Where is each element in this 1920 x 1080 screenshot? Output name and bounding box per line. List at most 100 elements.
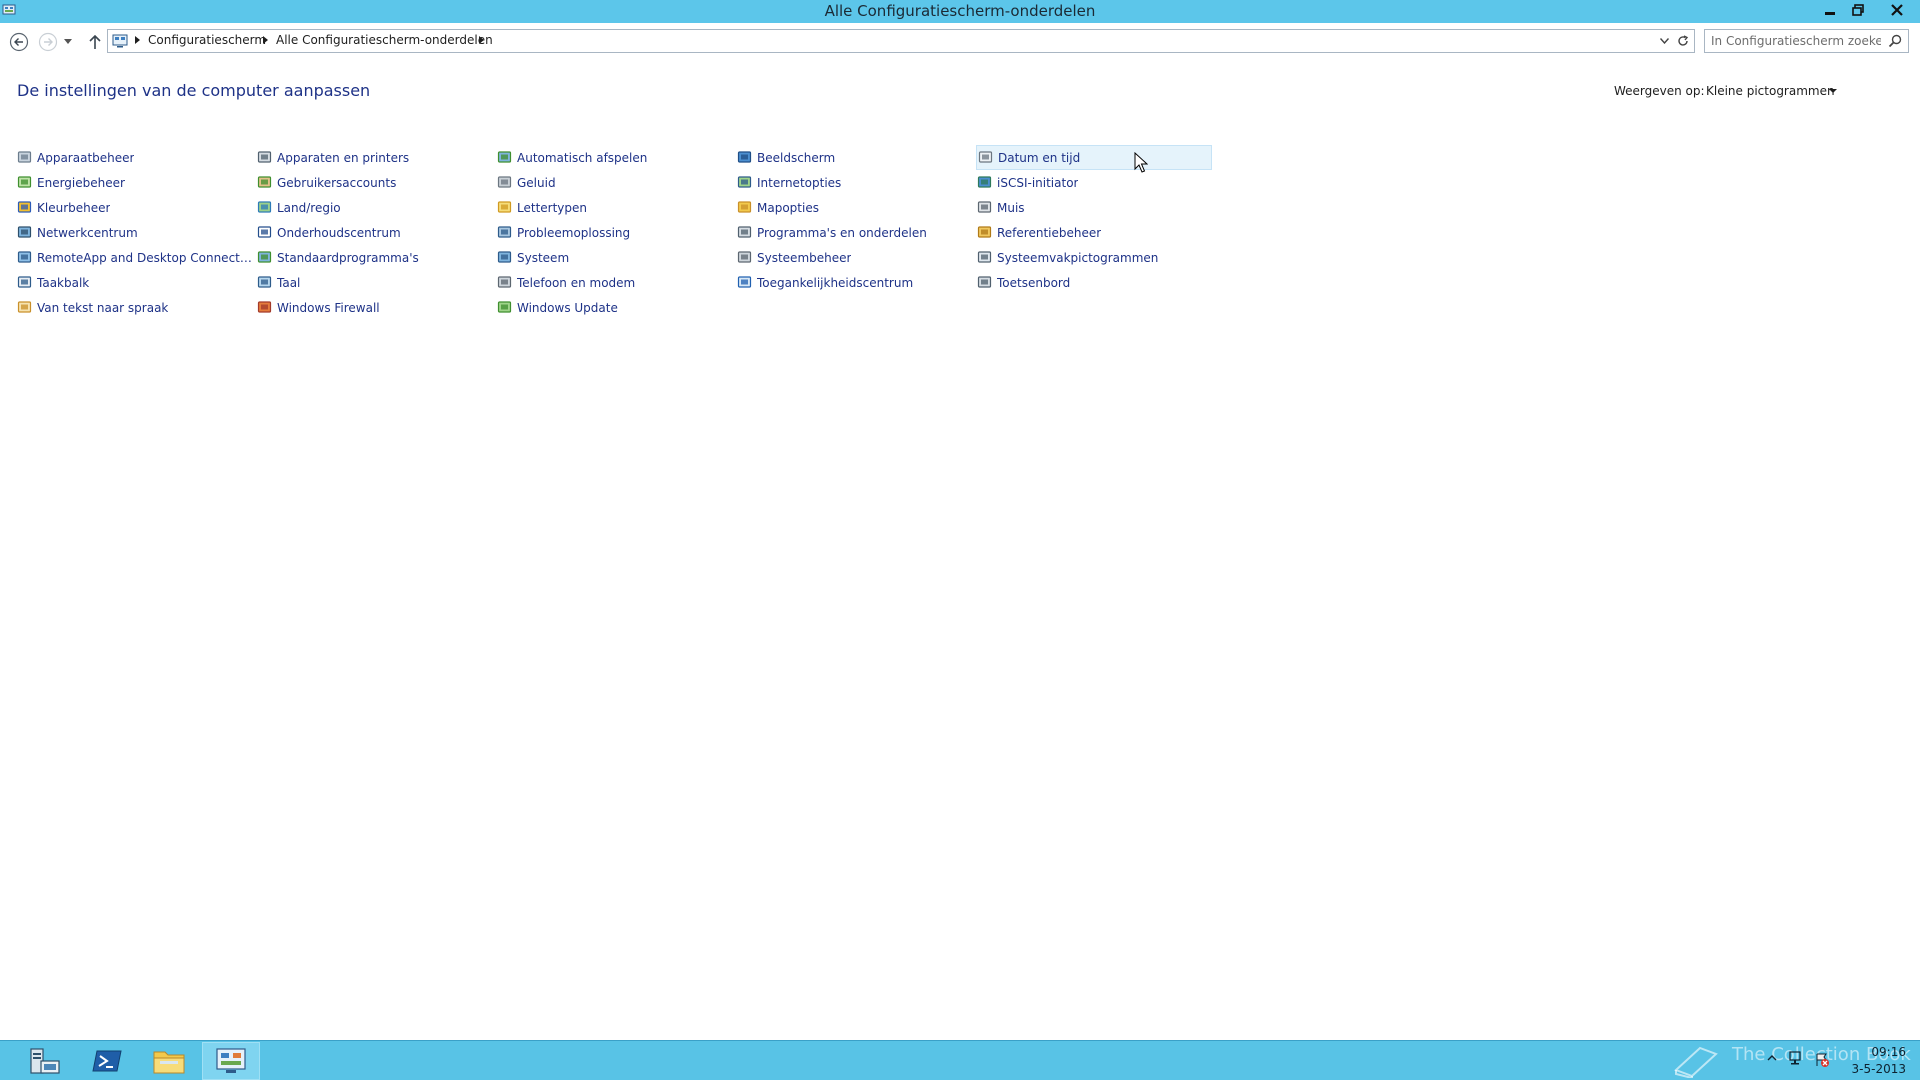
- control-panel-window: Alle Configuratiescherm-onderdelen Confi…: [0, 0, 1920, 1080]
- cp-item-region[interactable]: Land/regio: [256, 195, 492, 220]
- back-button[interactable]: [8, 31, 30, 53]
- cp-item-label: Energiebeheer: [37, 175, 125, 190]
- taskbar-server-manager[interactable]: [16, 1042, 74, 1080]
- cp-item-troubleshooting[interactable]: Probleemoplossing: [496, 220, 732, 245]
- action-center-alert-icon[interactable]: [1814, 1052, 1830, 1068]
- minimize-icon: [1825, 12, 1835, 15]
- fonts-icon: [496, 200, 512, 216]
- cp-item-label: Muis: [997, 200, 1025, 215]
- network-icon[interactable]: [1788, 1050, 1806, 1066]
- cp-item-action-center-flag[interactable]: Onderhoudscentrum: [256, 220, 492, 245]
- search-input[interactable]: [1711, 32, 1881, 50]
- color-management-icon: [16, 200, 32, 216]
- clock-time[interactable]: 09:16: [1856, 1045, 1906, 1059]
- language-icon: [256, 275, 272, 291]
- restore-button[interactable]: [1845, 0, 1871, 20]
- cp-item-network-center[interactable]: Netwerkcentrum: [16, 220, 252, 245]
- view-by-dropdown[interactable]: Kleine pictogrammen: [1706, 84, 1835, 98]
- programs-features-icon: [736, 225, 752, 241]
- chevron-down-icon: [64, 39, 72, 44]
- cp-item-label: Referentiebeheer: [997, 225, 1102, 240]
- breadcrumb-separator-icon[interactable]: [135, 36, 140, 44]
- cp-item-label: Standaardprogramma's: [277, 250, 419, 265]
- show-hidden-icons-icon[interactable]: [1767, 1054, 1777, 1062]
- breadcrumb-separator-icon[interactable]: [479, 36, 484, 44]
- title-bar[interactable]: Alle Configuratiescherm-onderdelen: [0, 0, 1920, 23]
- region-icon: [256, 200, 272, 216]
- window-title: Alle Configuratiescherm-onderdelen: [824, 2, 1096, 20]
- cp-item-keyboard[interactable]: Toetsenbord: [976, 270, 1212, 295]
- notification-area-icon: [976, 250, 992, 266]
- search-icon[interactable]: [1888, 34, 1902, 48]
- cp-item-internet-options[interactable]: Internetopties: [736, 170, 972, 195]
- cp-item-phone-modem[interactable]: Telefoon en modem: [496, 270, 732, 295]
- close-icon: [1891, 4, 1903, 16]
- folder-options-icon: [736, 200, 752, 216]
- cp-item-windows-update[interactable]: Windows Update: [496, 295, 732, 320]
- mouse-icon: [976, 200, 992, 216]
- cp-item-user-accounts[interactable]: Gebruikersaccounts: [256, 170, 492, 195]
- cp-item-label: Netwerkcentrum: [37, 225, 138, 240]
- cp-item-notification-area[interactable]: Systeemvakpictogrammen: [976, 245, 1212, 270]
- restore-icon: [1852, 4, 1864, 16]
- recent-locations-button[interactable]: [62, 31, 74, 53]
- taskbar-control-panel[interactable]: [202, 1042, 260, 1080]
- up-button[interactable]: [84, 31, 106, 53]
- cp-item-autoplay[interactable]: Automatisch afspelen: [496, 145, 732, 170]
- taskbar-powershell[interactable]: [78, 1042, 136, 1080]
- power-options-icon: [16, 175, 32, 191]
- view-by-label: Weergeven op:: [1614, 84, 1705, 98]
- close-button[interactable]: [1880, 0, 1914, 20]
- forward-arrow-icon: [38, 32, 58, 52]
- cp-item-color-management[interactable]: Kleurbeheer: [16, 195, 252, 220]
- breadcrumb-separator-icon[interactable]: [263, 36, 268, 44]
- cp-item-label: Taal: [277, 275, 301, 290]
- minimize-button[interactable]: [1817, 0, 1843, 20]
- cp-item-label: Land/regio: [277, 200, 341, 215]
- troubleshooting-icon: [496, 225, 512, 241]
- folder-icon: [153, 1051, 185, 1074]
- cp-item-ease-of-access[interactable]: Toegankelijkheidscentrum: [736, 270, 972, 295]
- cp-item-power-options[interactable]: Energiebeheer: [16, 170, 252, 195]
- cp-item-devices-printers[interactable]: Apparaten en printers: [256, 145, 492, 170]
- cp-item-label: Systeembeheer: [757, 250, 852, 265]
- breadcrumb-control-panel[interactable]: Configuratiescherm: [148, 33, 266, 47]
- breadcrumb-all-items[interactable]: Alle Configuratiescherm-onderdelen: [276, 33, 493, 47]
- cp-item-mouse[interactable]: Muis: [976, 195, 1212, 220]
- taskbar-file-explorer[interactable]: [140, 1042, 198, 1080]
- refresh-button[interactable]: [1674, 33, 1692, 49]
- cp-item-label: Internetopties: [757, 175, 842, 190]
- cp-item-language[interactable]: Taal: [256, 270, 492, 295]
- cp-item-iscsi[interactable]: iSCSI-initiator: [976, 170, 1212, 195]
- address-bar[interactable]: Configuratiescherm Alle Configuratiesche…: [107, 29, 1695, 53]
- cp-item-remoteapp[interactable]: RemoteApp and Desktop Connections: [16, 245, 252, 270]
- cp-item-folder-options[interactable]: Mapopties: [736, 195, 972, 220]
- control-panel-icon: [112, 34, 128, 48]
- cp-item-programs-features[interactable]: Programma's en onderdelen: [736, 220, 972, 245]
- cp-item-taskbar[interactable]: Taakbalk: [16, 270, 252, 295]
- server-manager-icon: [30, 1048, 60, 1074]
- cp-item-label: RemoteApp and Desktop Connections: [37, 250, 252, 265]
- cp-item-display[interactable]: Beeldscherm: [736, 145, 972, 170]
- cp-item-label: Onderhoudscentrum: [277, 225, 401, 240]
- cp-item-label: Automatisch afspelen: [517, 150, 648, 165]
- cp-item-admin-tools[interactable]: Systeembeheer: [736, 245, 972, 270]
- phone-modem-icon: [496, 275, 512, 291]
- clock-date[interactable]: 3-5-2013: [1846, 1062, 1906, 1076]
- cp-item-fonts[interactable]: Lettertypen: [496, 195, 732, 220]
- cp-item-default-programs[interactable]: Standaardprogramma's: [256, 245, 492, 270]
- cp-item-text-to-speech[interactable]: Van tekst naar spraak: [16, 295, 252, 320]
- cp-item-sound[interactable]: Geluid: [496, 170, 732, 195]
- cp-item-label: iSCSI-initiator: [997, 175, 1079, 190]
- cp-item-firewall[interactable]: Windows Firewall: [256, 295, 492, 320]
- chevron-down-icon[interactable]: [1829, 89, 1837, 93]
- cp-item-label: Apparaatbeheer: [37, 150, 135, 165]
- cp-item-date-time[interactable]: Datum en tijd: [976, 145, 1212, 170]
- address-history-button[interactable]: [1656, 33, 1672, 49]
- display-icon: [736, 150, 752, 166]
- search-box[interactable]: [1704, 29, 1909, 53]
- forward-button[interactable]: [37, 31, 59, 53]
- cp-item-system[interactable]: Systeem: [496, 245, 732, 270]
- cp-item-credential-manager[interactable]: Referentiebeheer: [976, 220, 1212, 245]
- cp-item-device-manager[interactable]: Apparaatbeheer: [16, 145, 252, 170]
